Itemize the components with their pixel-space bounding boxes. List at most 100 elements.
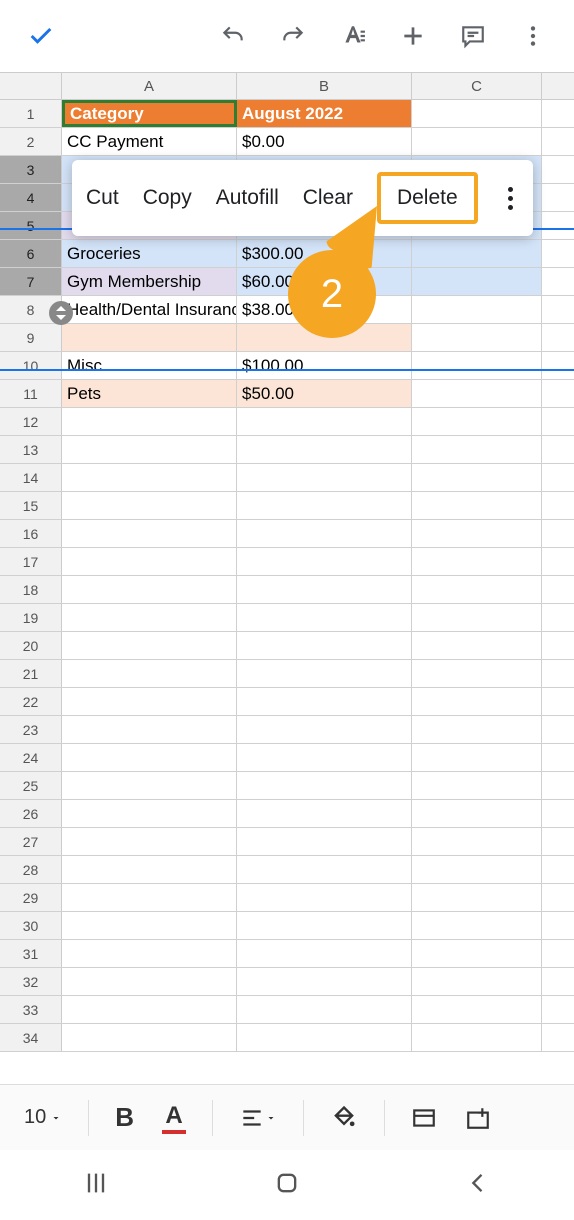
cell[interactable] (412, 268, 542, 295)
cell[interactable] (237, 968, 412, 995)
cell[interactable] (62, 968, 237, 995)
cell[interactable]: Gym Membership (62, 268, 237, 295)
cell[interactable] (237, 520, 412, 547)
row-header[interactable]: 13 (0, 436, 62, 463)
row-header[interactable]: 5 (0, 212, 62, 239)
col-header-c[interactable]: C (412, 73, 542, 99)
cell[interactable]: $38.00 (237, 296, 412, 323)
cell[interactable] (62, 660, 237, 687)
cell[interactable] (237, 660, 412, 687)
row-header[interactable]: 27 (0, 828, 62, 855)
row-header[interactable]: 19 (0, 604, 62, 631)
cell[interactable] (237, 604, 412, 631)
more-vert-icon[interactable] (512, 15, 554, 57)
row-header[interactable]: 17 (0, 548, 62, 575)
text-format-icon[interactable] (332, 15, 374, 57)
row-header[interactable]: 24 (0, 744, 62, 771)
cell[interactable] (412, 856, 542, 883)
cell[interactable] (412, 520, 542, 547)
cell[interactable]: CC Payment (62, 128, 237, 155)
cell[interactable] (237, 912, 412, 939)
cell[interactable] (62, 856, 237, 883)
row-header[interactable]: 21 (0, 660, 62, 687)
cell[interactable] (412, 744, 542, 771)
cell[interactable] (412, 968, 542, 995)
cell[interactable] (237, 884, 412, 911)
row-header[interactable]: 2 (0, 128, 62, 155)
cell[interactable] (62, 464, 237, 491)
row-header[interactable]: 33 (0, 996, 62, 1023)
cell[interactable] (237, 632, 412, 659)
cell[interactable] (237, 828, 412, 855)
cell[interactable] (237, 408, 412, 435)
row-header[interactable]: 18 (0, 576, 62, 603)
cell[interactable] (412, 884, 542, 911)
row-header[interactable]: 20 (0, 632, 62, 659)
delete-button[interactable]: Delete (377, 172, 478, 224)
cell[interactable] (62, 688, 237, 715)
cell[interactable] (412, 772, 542, 799)
row-header[interactable]: 32 (0, 968, 62, 995)
autofill-button[interactable]: Autofill (216, 186, 279, 210)
fill-color-button[interactable] (320, 1104, 368, 1132)
cell[interactable] (62, 436, 237, 463)
row-header[interactable]: 6 (0, 240, 62, 267)
cell[interactable] (62, 828, 237, 855)
cell[interactable] (237, 576, 412, 603)
cell[interactable] (412, 800, 542, 827)
col-header-b[interactable]: B (237, 73, 412, 99)
cell[interactable] (62, 408, 237, 435)
row-header[interactable]: 4 (0, 184, 62, 211)
row-header[interactable]: 25 (0, 772, 62, 799)
cell[interactable] (412, 380, 542, 407)
row-header[interactable]: 30 (0, 912, 62, 939)
row-header[interactable]: 34 (0, 1024, 62, 1051)
row-header[interactable]: 3 (0, 156, 62, 183)
cell[interactable] (412, 100, 542, 127)
cell[interactable] (412, 660, 542, 687)
row-header[interactable]: 26 (0, 800, 62, 827)
cell[interactable] (62, 1024, 237, 1051)
row-header[interactable]: 1 (0, 100, 62, 127)
align-button[interactable] (229, 1105, 287, 1131)
cell[interactable] (62, 716, 237, 743)
cell[interactable] (237, 772, 412, 799)
cell[interactable] (237, 996, 412, 1023)
cell[interactable] (412, 436, 542, 463)
cell[interactable] (412, 576, 542, 603)
confirm-check-icon[interactable] (20, 15, 62, 57)
cell[interactable] (62, 800, 237, 827)
redo-icon[interactable] (272, 15, 314, 57)
cell[interactable] (412, 604, 542, 631)
row-header[interactable]: 7 (0, 268, 62, 295)
cell[interactable] (237, 492, 412, 519)
cell[interactable] (62, 772, 237, 799)
cell[interactable] (62, 940, 237, 967)
cell[interactable]: Category (62, 100, 237, 127)
cell[interactable] (412, 492, 542, 519)
row-header[interactable]: 11 (0, 380, 62, 407)
row-header[interactable]: 31 (0, 940, 62, 967)
cell[interactable] (237, 744, 412, 771)
row-header[interactable]: 16 (0, 520, 62, 547)
row-header[interactable]: 23 (0, 716, 62, 743)
bold-button[interactable]: B (105, 1102, 144, 1133)
cell[interactable] (237, 688, 412, 715)
add-icon[interactable] (392, 15, 434, 57)
cell[interactable] (62, 604, 237, 631)
cell[interactable] (237, 324, 412, 351)
cell[interactable] (412, 352, 542, 379)
text-color-button[interactable]: A (152, 1102, 196, 1134)
undo-icon[interactable] (212, 15, 254, 57)
cell[interactable] (412, 716, 542, 743)
cell[interactable]: August 2022 (237, 100, 412, 127)
cell[interactable]: $50.00 (237, 380, 412, 407)
cell[interactable] (237, 856, 412, 883)
cell[interactable] (412, 548, 542, 575)
insert-button[interactable] (455, 1105, 501, 1131)
font-size-dropdown[interactable]: 10 (14, 1106, 72, 1129)
cell-format-button[interactable] (401, 1105, 447, 1131)
cell[interactable] (237, 464, 412, 491)
back-icon[interactable] (464, 1169, 492, 1202)
cell[interactable]: $60.00 (237, 268, 412, 295)
